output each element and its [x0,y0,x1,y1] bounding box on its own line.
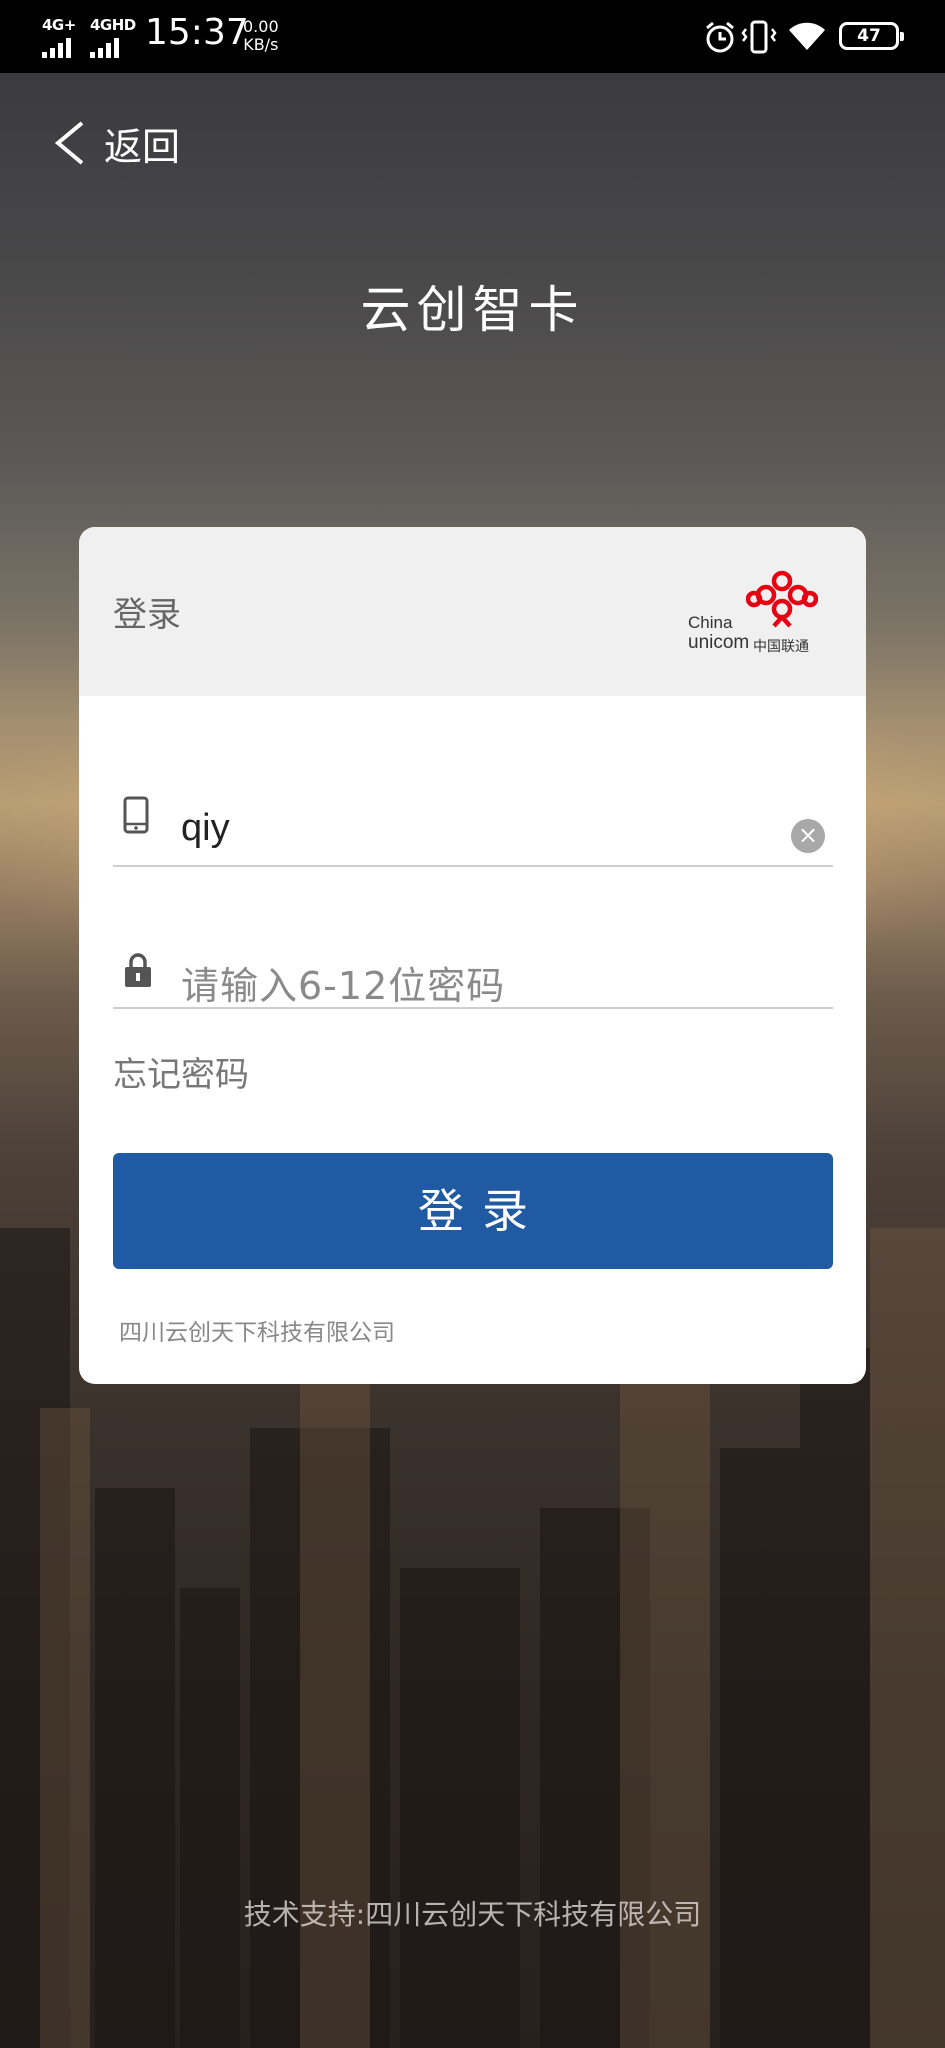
logo-text-china: China [688,613,733,632]
network-speed-value: 0.00 [243,17,279,36]
status-time: 15:37 [145,12,249,53]
forgot-password-link[interactable]: 忘记密码 [113,1047,249,1096]
back-button[interactable]: 返回 [52,118,181,169]
china-unicom-logo: China unicom 中国联通 [688,569,820,659]
wifi-icon [789,22,825,50]
password-input[interactable]: 请输入6-12位密码 [181,955,505,1010]
chevron-left-icon [54,121,84,165]
back-label: 返回 [104,124,181,169]
login-card: 登录 China unicom 中国联通 qiy × 请输入6-12位密码 忘记… [79,527,866,1384]
vibrate-icon [741,20,777,54]
page-title: 云创智卡 [360,281,585,339]
network-speed-unit: KB/s [243,35,279,54]
phone-icon [123,796,149,834]
lock-icon [125,953,151,987]
alarm-icon [706,21,734,53]
phone-field[interactable]: qiy × [113,777,833,867]
battery-icon: 47 [839,22,904,50]
logo-text-cn: 中国联通 [753,639,809,655]
password-field[interactable]: 请输入6-12位密码 [113,917,833,1009]
card-heading: 登录 [113,595,181,635]
unicom-knot-icon [746,570,818,628]
clear-input-button[interactable]: × [791,819,825,853]
status-bar: 4G+ 4GHD 15:37 0.00 KB/s 47 [0,0,945,73]
network-type-2: 4GHD [90,16,136,34]
network-type-1: 4G+ [42,16,76,34]
company-name: 四川云创天下科技有限公司 [119,1320,395,1346]
network-speed: 0.00 KB/s [243,18,279,54]
phone-input[interactable]: qiy [181,807,230,850]
tech-support-text: 技术支持:四川云创天下科技有限公司 [243,1898,702,1931]
login-button[interactable]: 登录 [113,1153,833,1269]
logo-text-unicom: unicom [688,632,750,653]
card-header: 登录 China unicom 中国联通 [79,527,866,696]
